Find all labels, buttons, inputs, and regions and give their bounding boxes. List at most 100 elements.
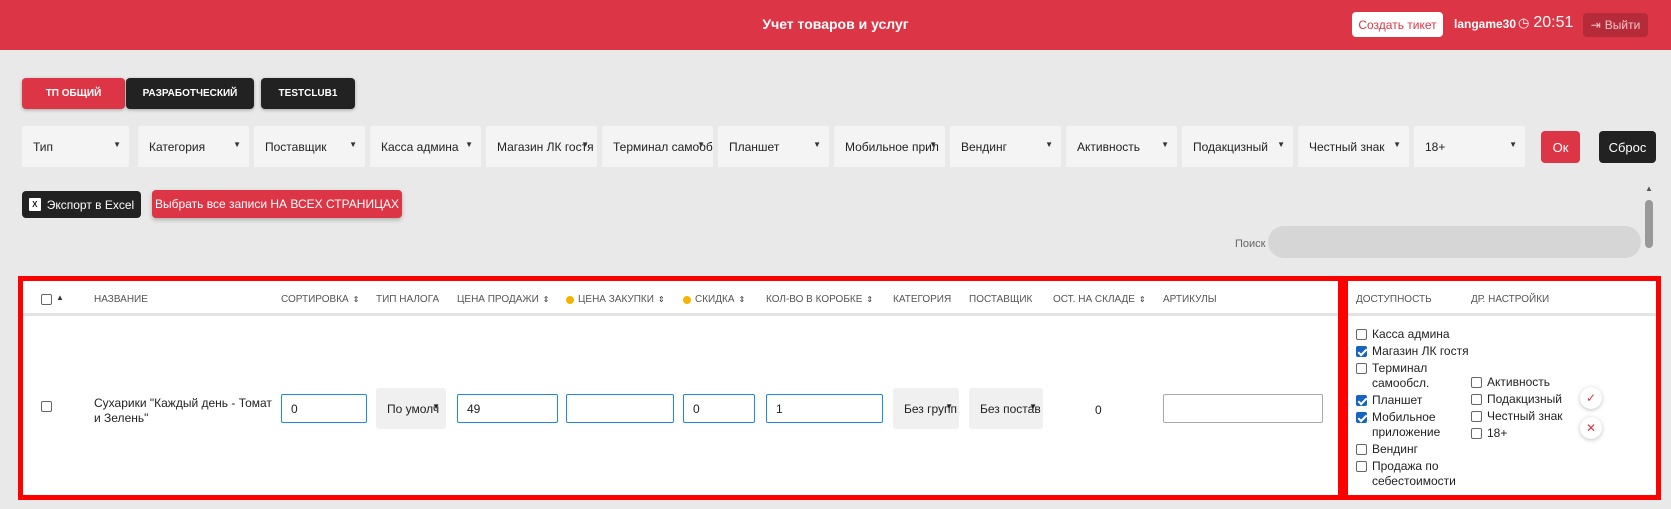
checkbox-label: Продажа по себестоимости [1372, 459, 1456, 488]
logout-label: Выйти [1604, 18, 1641, 32]
col-header-purchase[interactable]: ЦЕНА ЗАКУПКИ ⇕ [566, 294, 665, 305]
checkbox[interactable] [1356, 363, 1367, 374]
filter-ok-button[interactable]: Ок [1541, 131, 1580, 163]
warning-icon [683, 295, 691, 304]
caret-down-icon: ▼ [581, 140, 589, 149]
setting-age-18[interactable]: 18+ [1471, 426, 1507, 440]
filter-label: Активность [1077, 139, 1141, 154]
col-header-label: ПОСТАВЩИК [969, 294, 1033, 305]
col-header-label: КОЛ-ВО В КОРОБКЕ [766, 294, 863, 305]
caret-down-icon: ▼ [697, 140, 705, 149]
checkbox[interactable] [1356, 346, 1367, 357]
page-scrollbar[interactable]: ▲ [1643, 184, 1655, 274]
logout-icon: ⇥ [1590, 18, 1601, 32]
filter-label: 18+ [1425, 139, 1446, 154]
stock-value: 0 [1095, 403, 1102, 417]
sort-input[interactable]: 0 [281, 394, 367, 423]
filter-reset-button[interactable]: Сброс [1599, 131, 1656, 163]
col-header-label: ЦЕНА ПРОДАЖИ [457, 294, 539, 305]
articles-input[interactable] [1163, 394, 1323, 423]
col-header-sort[interactable]: СОРТИРОВКА ⇕ [281, 294, 359, 305]
category-select[interactable]: Без групп ▼ [893, 388, 959, 429]
checkbox[interactable] [1471, 427, 1482, 439]
search-input[interactable] [1268, 226, 1641, 258]
filter-guest-shop[interactable]: Магазин ЛК гостя ▼ [486, 126, 597, 167]
supplier-select[interactable]: Без постав ▼ [969, 388, 1043, 429]
checkbox-label: Магазин ЛК гостя [1372, 344, 1469, 358]
caret-down-icon: ▼ [349, 140, 357, 149]
checkbox[interactable] [1356, 461, 1367, 472]
price-input[interactable]: 49 [457, 394, 558, 423]
setting-honest-sign[interactable]: Честный знак [1471, 409, 1563, 423]
checkbox-label: Честный знак [1487, 409, 1563, 423]
checkbox-label: Активность [1487, 375, 1551, 389]
filter-age-18[interactable]: 18+ ▼ [1414, 126, 1525, 167]
availability-guest-shop[interactable]: Магазин ЛК гостя [1356, 344, 1469, 359]
filter-tablet[interactable]: Планшет ▼ [718, 126, 829, 167]
filter-label: Подакцизный [1193, 139, 1268, 154]
filter-label: Мобильное прил [845, 139, 939, 154]
filter-excise[interactable]: Подакцизный ▼ [1182, 126, 1293, 167]
filter-self-terminal[interactable]: Терминал самообс ▼ [602, 126, 713, 167]
filter-activity[interactable]: Активность ▼ [1066, 126, 1177, 167]
club-tab-testclub1[interactable]: TESTCLUB1 [261, 78, 355, 109]
close-icon: ✕ [1585, 421, 1597, 435]
filter-honest-sign[interactable]: Честный знак ▼ [1298, 126, 1409, 167]
col-header-label: ТИП НАЛОГА [376, 294, 440, 305]
checkbox[interactable] [1356, 444, 1367, 455]
settings-panel: ДОСТУПНОСТЬ ДР. НАСТРОЙКИ Касса админа М… [1343, 276, 1661, 500]
filter-label: Вендинг [961, 139, 1008, 154]
availability-self-terminal[interactable]: Терминал самообсл. [1356, 361, 1441, 391]
checkbox[interactable] [1471, 376, 1482, 388]
save-row-button[interactable]: ✓ [1580, 387, 1602, 409]
caret-down-icon: ▼ [1393, 140, 1401, 149]
col-header-label: ОСТ. НА СКЛАДЕ [1053, 294, 1135, 305]
select-all-checkbox[interactable] [41, 294, 52, 305]
sort-icon: ⇕ [1138, 295, 1146, 304]
availability-mobile-app[interactable]: Мобильное приложение [1356, 410, 1441, 440]
select-all-pages-button[interactable]: Выбрать все записи НА ВСЕХ СТРАНИЦАХ [152, 190, 402, 218]
col-header-box-qty[interactable]: КОЛ-ВО В КОРОБКЕ ⇕ [766, 294, 873, 305]
logout-button[interactable]: ⇥ Выйти [1583, 13, 1648, 37]
availability-admin-cash[interactable]: Касса админа [1356, 327, 1450, 342]
row-checkbox[interactable] [41, 401, 52, 412]
availability-vending[interactable]: Вендинг [1356, 442, 1418, 457]
scroll-up-icon[interactable]: ▲ [1645, 184, 1653, 193]
checkbox[interactable] [1356, 412, 1367, 423]
filter-category[interactable]: Категория ▼ [138, 126, 249, 167]
caret-down-icon: ▼ [1509, 140, 1517, 149]
availability-cost-price-sale[interactable]: Продажа по себестоимости [1356, 459, 1456, 489]
setting-excise[interactable]: Подакцизный [1471, 392, 1562, 406]
top-bar: Учет товаров и услуг Создать тикет langa… [0, 0, 1671, 50]
filter-label: Магазин ЛК гостя [497, 139, 594, 154]
checkbox[interactable] [1356, 395, 1367, 406]
filter-vending[interactable]: Вендинг ▼ [950, 126, 1061, 167]
tax-type-select[interactable]: По умолч ▼ [376, 388, 446, 429]
box-qty-input[interactable]: 1 [766, 394, 883, 423]
discount-input[interactable]: 0 [683, 394, 755, 423]
filter-supplier[interactable]: Поставщик ▼ [254, 126, 365, 167]
export-excel-button[interactable]: X Экспорт в Excel [22, 191, 141, 218]
club-tab-tp-general[interactable]: ТП ОБЩИЙ [22, 78, 125, 109]
purchase-price-input[interactable] [566, 394, 674, 423]
col-header-price[interactable]: ЦЕНА ПРОДАЖИ ⇕ [457, 294, 550, 305]
checkbox[interactable] [1356, 329, 1367, 340]
club-tab-dev[interactable]: РАЗРАБОТЧЕСКИЙ [126, 78, 254, 109]
col-header-articles: АРТИКУЛЫ [1163, 294, 1217, 305]
checkbox[interactable] [1471, 410, 1482, 422]
scroll-thumb[interactable] [1645, 200, 1653, 248]
filter-admin-cash[interactable]: Касса админа ▼ [370, 126, 481, 167]
checkbox[interactable] [1471, 393, 1482, 405]
col-header-discount[interactable]: СКИДКА ⇕ [683, 294, 745, 305]
filter-mobile-app[interactable]: Мобильное прил ▼ [834, 126, 945, 167]
cancel-row-button[interactable]: ✕ [1580, 417, 1602, 439]
create-ticket-button[interactable]: Создать тикет [1352, 12, 1443, 37]
setting-activity[interactable]: Активность [1471, 375, 1550, 389]
caret-down-icon: ▼ [113, 140, 121, 149]
check-icon: ✓ [1585, 391, 1597, 405]
availability-tablet[interactable]: Планшет [1356, 393, 1422, 408]
sort-icon: ⇕ [866, 295, 874, 304]
col-header-stock[interactable]: ОСТ. НА СКЛАДЕ ⇕ [1053, 294, 1146, 305]
filter-type[interactable]: Тип ▼ [22, 126, 129, 167]
sort-icon[interactable]: ▲ [56, 293, 64, 302]
